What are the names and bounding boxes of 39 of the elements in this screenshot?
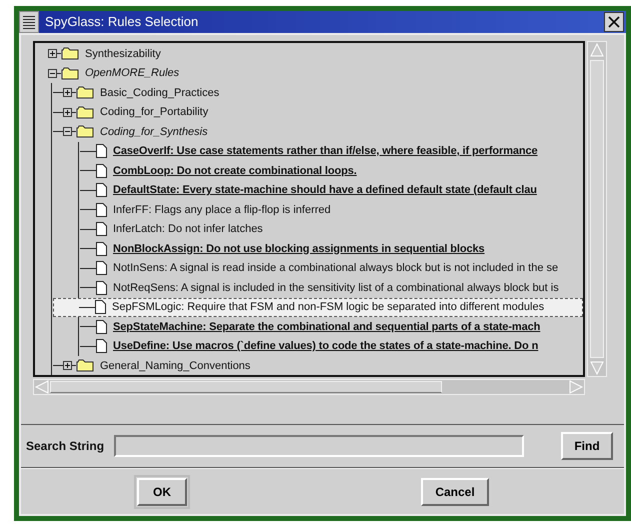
folder-label[interactable]: Coding_for_Portability <box>100 104 208 120</box>
rule-label[interactable]: SepStateMachine: Separate the combinational and sequential parts of a state-mach <box>113 318 540 335</box>
focused-row[interactable]: SepFSMLogic: Require that FSM and non-FSM logic be separated into different modules <box>53 298 583 317</box>
folder-icon <box>76 106 94 119</box>
rule-label[interactable]: SepFSMLogic: Require that FSM and non-FSM logic be separated into different modules <box>112 299 544 316</box>
rule-label[interactable]: CombLoop: Do not create combinational loops. <box>113 162 357 179</box>
rule-label[interactable]: NonBlockAssign: Do not use blocking assignments in sequential blocks <box>113 240 485 257</box>
window-title: SpyGlass: Rules Selection <box>45 13 200 32</box>
close-button[interactable] <box>604 12 624 32</box>
folder-icon <box>76 86 94 100</box>
rule-label[interactable]: DefaultState: Every state-machine should have a defined default state (default clau <box>113 182 537 198</box>
rule-label[interactable]: UseDefine: Use macros (`define values) to code the states of a state-machine. Do n <box>113 338 538 354</box>
expand-icon[interactable] <box>48 49 57 58</box>
window-menu-icon[interactable] <box>19 11 39 33</box>
folder-label[interactable]: Synthesizability <box>85 46 161 62</box>
rule-label[interactable]: InferFF: Flags any place a flip-flop is inferred <box>113 202 331 218</box>
rule-label[interactable]: InferLatch: Do not infer latches <box>113 221 263 238</box>
folder-label[interactable]: Coding_for_Synthesis <box>100 124 208 140</box>
expand-icon[interactable] <box>63 108 72 117</box>
search-label: Search String <box>26 438 104 455</box>
collapse-icon[interactable] <box>48 68 57 78</box>
folder-label[interactable]: OpenMORE_Rules <box>85 65 180 82</box>
rule-label[interactable]: NotInSens: A signal is read inside a combinational always block but is not included in the se <box>113 260 558 276</box>
folder-icon <box>76 125 94 138</box>
folder-label[interactable]: General_Naming_Conventions <box>100 358 250 374</box>
expand-icon[interactable] <box>63 361 72 370</box>
folder-icon <box>76 359 94 372</box>
find-button[interactable]: Find <box>561 432 613 460</box>
search-field[interactable] <box>114 435 524 457</box>
cancel-button[interactable]: Cancel <box>421 478 489 506</box>
close-icon <box>608 16 620 28</box>
collapse-icon[interactable] <box>63 127 72 136</box>
rule-label[interactable]: CaseOverIf: Use case statements rather than if/else, where feasible, if performance <box>113 143 538 160</box>
folder-icon <box>61 66 79 80</box>
rule-label[interactable]: NotReqSens: A signal is included in the sensitivity list of a combinational always block but is <box>113 280 559 296</box>
folder-label[interactable]: Basic_Coding_Practices <box>100 84 220 101</box>
document-icon <box>95 300 106 314</box>
expand-icon[interactable] <box>63 88 72 98</box>
folder-icon <box>61 47 79 60</box>
